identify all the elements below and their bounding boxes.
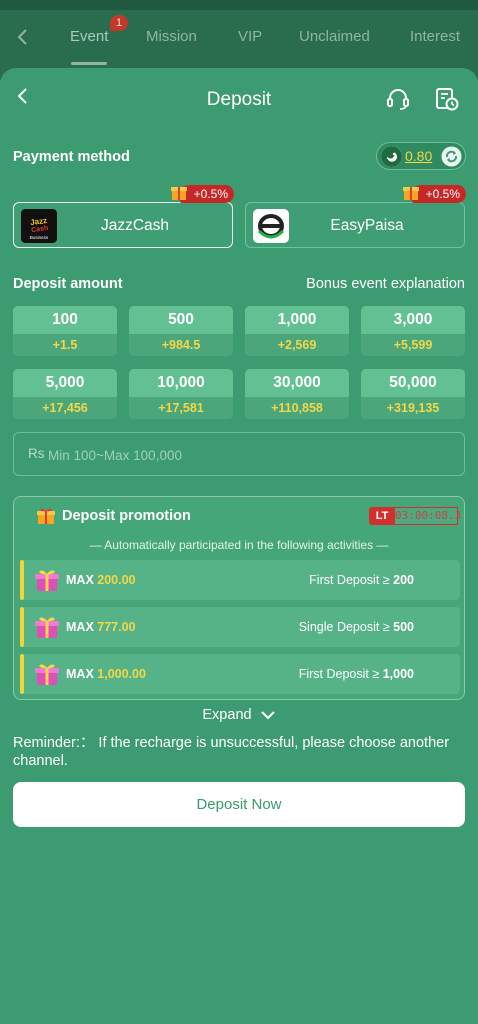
refresh-icon[interactable] [441, 146, 462, 167]
tab-event[interactable]: Event [70, 28, 108, 45]
gift-icon [37, 508, 55, 524]
svg-text:Business: Business [30, 235, 49, 240]
bonus-event-explanation-link[interactable]: Bonus event explanation [306, 276, 465, 292]
amount-bonus: +984.5 [129, 334, 233, 356]
amount-option-500[interactable]: 500 +984.5 [129, 306, 233, 356]
reward-condition: First Deposit ≥ 200 [309, 573, 414, 587]
wallet-balance: 0.80 [376, 142, 466, 170]
deposit-now-button[interactable]: Deposit Now [13, 782, 465, 827]
gift-icon [170, 187, 187, 200]
max-reward: MAX 200.00 [66, 573, 136, 587]
reminder-text: Reminder:： If the recharge is unsuccessf… [13, 735, 450, 769]
status-strip [0, 0, 478, 10]
amount-bonus: +5,599 [361, 334, 465, 356]
currency-symbol: Rs [28, 446, 45, 461]
amount-value: 1,000 [245, 306, 349, 334]
amount-option-30000[interactable]: 30,000 +110,858 [245, 369, 349, 419]
amount-value: 3,000 [361, 306, 465, 334]
amount-bonus: +110,858 [245, 397, 349, 419]
countdown-label: LT [369, 507, 395, 525]
gift-box-icon [35, 664, 59, 685]
method-bonus-badge: +0.5% [402, 185, 466, 203]
pakistan-flag-icon [381, 146, 402, 167]
tab-vip[interactable]: VIP [238, 28, 262, 45]
promotion-item[interactable]: MAX 1,000.00 First Deposit ≥ 1,000 [20, 654, 460, 694]
amount-input-field[interactable]: Rs [13, 432, 465, 476]
promotion-item[interactable]: MAX 200.00 First Deposit ≥ 200 [20, 560, 460, 600]
amount-value: 30,000 [245, 369, 349, 397]
tab-active-indicator [71, 62, 107, 65]
tab-interest[interactable]: Interest [410, 28, 460, 45]
amount-value: 10,000 [129, 369, 233, 397]
event-notification-badge: 1 [110, 15, 128, 31]
payment-method-jazzcash[interactable]: Jazz Cash Business JazzCash +0.5% [13, 185, 234, 248]
deposit-sheet: Deposit Payment method 0.80 Jazz Cash Bu… [0, 68, 478, 1024]
reward-condition: Single Deposit ≥ 500 [298, 620, 414, 634]
expand-toggle[interactable]: Expand [0, 707, 478, 723]
expand-label: Expand [202, 707, 252, 723]
promotion-item[interactable]: MAX 777.00 Single Deposit ≥ 500 [20, 607, 460, 647]
amount-option-3000[interactable]: 3,000 +5,599 [361, 306, 465, 356]
amount-option-1000[interactable]: 1,000 +2,569 [245, 306, 349, 356]
tab-unclaimed[interactable]: Unclaimed [299, 28, 370, 45]
amount-bonus: +1.5 [13, 334, 117, 356]
amount-option-100[interactable]: 100 +1.5 [13, 306, 117, 356]
amount-bonus: +17,456 [13, 397, 117, 419]
countdown-time: 03:00:08.3 [394, 507, 461, 525]
amount-value: 100 [13, 306, 117, 334]
amount-bonus: +319,135 [361, 397, 465, 419]
customer-support-icon[interactable] [385, 86, 411, 112]
amount-input[interactable] [48, 441, 448, 469]
gift-box-icon [35, 570, 59, 591]
chevron-down-icon [260, 711, 275, 720]
method-bonus-badge: +0.5% [170, 185, 234, 203]
balance-value: 0.80 [405, 148, 433, 164]
back-arrow-icon[interactable] [12, 26, 34, 48]
gift-icon [402, 187, 419, 200]
method-label: JazzCash [100, 217, 170, 234]
amount-value: 50,000 [361, 369, 465, 397]
payment-method-easypaisa[interactable]: EasyPaisa +0.5% [245, 185, 466, 248]
row-accent-bar [20, 654, 24, 694]
promotion-subtitle: — Automatically participated in the foll… [89, 538, 389, 552]
max-reward: MAX 1,000.00 [66, 667, 146, 681]
payment-method-title: Payment method [13, 149, 130, 165]
reward-condition: First Deposit ≥ 1,000 [298, 667, 414, 681]
tab-mission[interactable]: Mission [146, 28, 197, 45]
promotion-title: Deposit promotion [62, 508, 191, 524]
promotion-countdown: LT 03:00:08.3 [369, 507, 461, 525]
gift-box-icon [35, 617, 59, 638]
row-accent-bar [20, 607, 24, 647]
header: Deposit [0, 68, 478, 130]
deposit-amount-title: Deposit amount [13, 276, 123, 292]
row-accent-bar [20, 560, 24, 600]
amount-option-5000[interactable]: 5,000 +17,456 [13, 369, 117, 419]
amount-value: 5,000 [13, 369, 117, 397]
deposit-promotion-card: Deposit promotion LT 03:00:08.3 — Automa… [13, 496, 465, 700]
deposit-history-icon[interactable] [434, 86, 460, 112]
amount-bonus: +2,569 [245, 334, 349, 356]
amount-bonus: +17,581 [129, 397, 233, 419]
max-reward: MAX 777.00 [66, 620, 136, 634]
amount-option-50000[interactable]: 50,000 +319,135 [361, 369, 465, 419]
amount-option-10000[interactable]: 10,000 +17,581 [129, 369, 233, 419]
method-label: EasyPaisa [330, 217, 404, 234]
amount-value: 500 [129, 306, 233, 334]
